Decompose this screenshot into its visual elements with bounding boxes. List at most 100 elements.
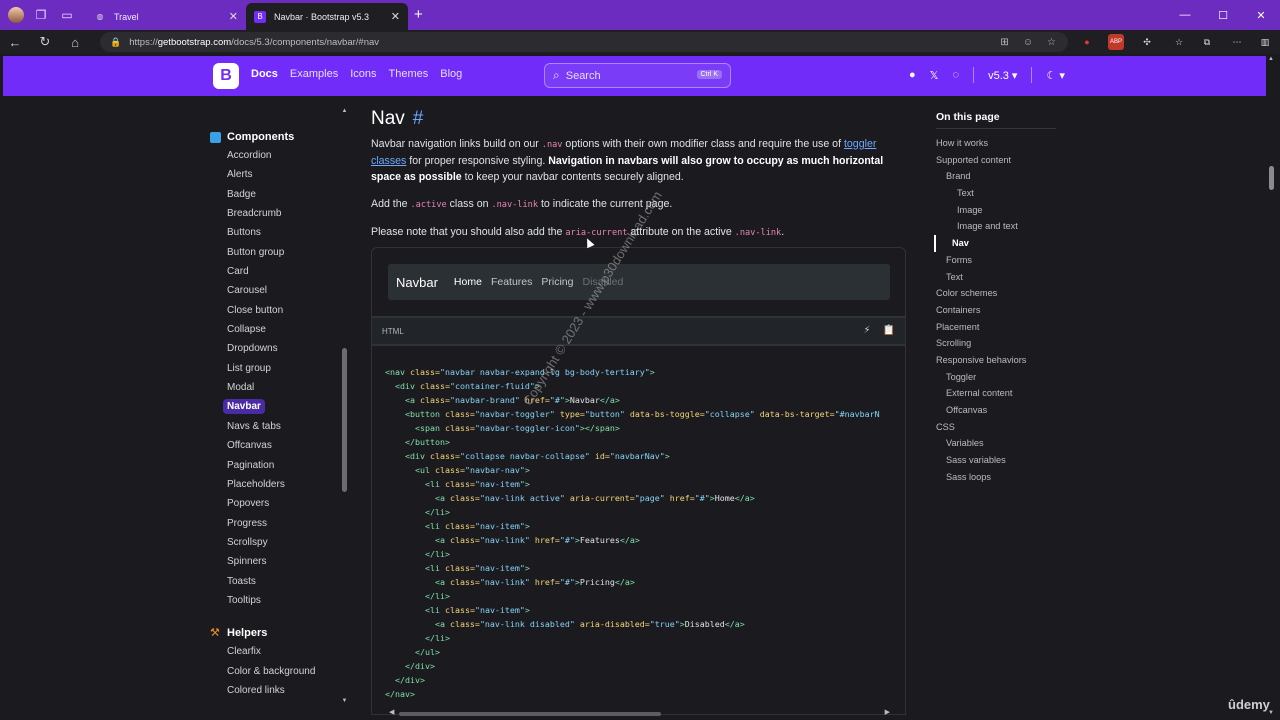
sidebar-item-list-group[interactable]: List group — [205, 359, 345, 378]
sidebar-item-buttons[interactable]: Buttons — [205, 223, 345, 242]
sidebar-item-colored-links[interactable]: Colored links — [205, 681, 345, 700]
page-scrollbar[interactable]: ▲ ▼ — [1267, 56, 1275, 716]
toc-item-sass-variables[interactable]: Sass variables — [936, 452, 1066, 469]
code-horizontal-scrollbar[interactable]: ◀ ▶ — [385, 708, 890, 717]
toc-item-css[interactable]: CSS — [936, 419, 1066, 436]
new-tab-button[interactable]: + — [414, 6, 423, 23]
toc-item-toggler[interactable]: Toggler — [936, 369, 1066, 386]
x-twitter-icon[interactable]: 𝕏 — [930, 69, 939, 82]
sidebar-item-modal[interactable]: Modal — [205, 378, 345, 397]
tab-actions-icon[interactable]: ▭ — [54, 0, 80, 30]
sidebar-item-placeholders[interactable]: Placeholders — [205, 475, 345, 494]
sidebar-item-scrollspy[interactable]: Scrollspy — [205, 533, 345, 552]
sidebar-item-pagination[interactable]: Pagination — [205, 456, 345, 475]
demo-link-home[interactable]: Home — [454, 276, 482, 288]
favorite-star-icon[interactable]: ☆ — [1047, 37, 1056, 48]
profile-avatar[interactable] — [8, 7, 24, 23]
scrollbar-thumb[interactable] — [342, 348, 347, 492]
favorites-icon[interactable]: ☆ — [1172, 34, 1186, 50]
nav-link-themes[interactable]: Themes — [389, 68, 429, 80]
toc-item-image-and-text[interactable]: Image and text — [936, 218, 1066, 235]
toc-item-containers[interactable]: Containers — [936, 302, 1066, 319]
sidebar-item-carousel[interactable]: Carousel — [205, 281, 345, 300]
opencollective-icon[interactable]: ◌ — [953, 69, 960, 81]
scroll-right-icon[interactable]: ▶ — [885, 708, 890, 716]
sidebar-scrollbar[interactable]: ▲ ▼ — [341, 108, 348, 704]
toc-item-nav[interactable]: Nav — [934, 235, 1066, 252]
sidebar-item-badge[interactable]: Badge — [205, 185, 345, 204]
reader-icon[interactable]: ☺ — [1023, 37, 1033, 48]
sidebar-item-close-button[interactable]: Close button — [205, 301, 345, 320]
scroll-down-icon[interactable]: ▼ — [341, 698, 348, 704]
scrollbar-thumb[interactable] — [1269, 166, 1274, 190]
toc-item-forms[interactable]: Forms — [936, 252, 1066, 269]
sidebar-item-color-background[interactable]: Color & background — [205, 662, 345, 681]
sidebar-item-accordion[interactable]: Accordion — [205, 146, 345, 165]
tab-navbar[interactable]: B Navbar · Bootstrap v5.3 ✕ — [246, 3, 408, 30]
nav-link-blog[interactable]: Blog — [440, 68, 462, 80]
workspaces-icon[interactable]: ❐ — [28, 0, 54, 30]
toc-item-placement[interactable]: Placement — [936, 319, 1066, 336]
close-icon[interactable]: ✕ — [229, 10, 238, 23]
toc-item-offcanvas[interactable]: Offcanvas — [936, 402, 1066, 419]
search-button[interactable]: ⌕ Search Ctrl K — [544, 63, 731, 88]
toc-item-external-content[interactable]: External content — [936, 385, 1066, 402]
toc-item-image[interactable]: Image — [936, 202, 1066, 219]
back-icon[interactable]: ← — [0, 30, 30, 54]
sidebar-heading-helpers[interactable]: ⚒ Helpers — [205, 624, 345, 642]
sidebar-item-offcanvas[interactable]: Offcanvas — [205, 436, 345, 455]
theme-toggle-icon[interactable]: ☾ ▾ — [1046, 69, 1064, 82]
sidebar-heading-components[interactable]: Components — [205, 128, 345, 146]
sidebar-item-navs-tabs[interactable]: Navs & tabs — [205, 417, 345, 436]
tab-travel[interactable]: ◍ Travel ✕ — [86, 3, 246, 30]
sidebar-item-dropdowns[interactable]: Dropdowns — [205, 339, 345, 358]
clipboard-icon[interactable]: 📋 — [883, 325, 895, 336]
app-install-icon[interactable]: ⊞ — [1000, 37, 1008, 48]
sidebar-item-collapse[interactable]: Collapse — [205, 320, 345, 339]
lightning-icon[interactable]: ⚡ — [864, 325, 871, 336]
collections-icon[interactable]: ⧉ — [1200, 34, 1214, 50]
sidebar-item-alerts[interactable]: Alerts — [205, 165, 345, 184]
toc-item-sass-loops[interactable]: Sass loops — [936, 469, 1066, 486]
toc-item-text[interactable]: Text — [936, 269, 1066, 286]
sidebar-item-spinners[interactable]: Spinners — [205, 552, 345, 571]
sidebar-item-tooltips[interactable]: Tooltips — [205, 591, 345, 610]
sidebar-item-card[interactable]: Card — [205, 262, 345, 281]
toc-item-text[interactable]: Text — [936, 185, 1066, 202]
address-bar[interactable]: 🔒 https://getbootstrap.com/docs/5.3/comp… — [100, 32, 1068, 52]
maximize-icon[interactable]: ☐ — [1204, 0, 1242, 30]
sidebar-item-clearfix[interactable]: Clearfix — [205, 642, 345, 661]
sidebar-item-toasts[interactable]: Toasts — [205, 572, 345, 591]
sidebar-toggle-icon[interactable]: ▥ — [1258, 34, 1272, 50]
scroll-left-icon[interactable]: ◀ — [389, 708, 394, 716]
scroll-up-icon[interactable]: ▲ — [1267, 56, 1275, 62]
adblock-icon[interactable]: ABP — [1108, 34, 1124, 50]
sidebar-item-breadcrumb[interactable]: Breadcrumb — [205, 204, 345, 223]
toc-item-brand[interactable]: Brand — [936, 168, 1066, 185]
sidebar-item-progress[interactable]: Progress — [205, 514, 345, 533]
bootstrap-logo[interactable]: B — [213, 63, 239, 89]
extensions-puzzle-icon[interactable]: ✣ — [1140, 34, 1154, 50]
toc-item-supported-content[interactable]: Supported content — [936, 152, 1066, 169]
toc-item-how-it-works[interactable]: How it works — [936, 135, 1066, 152]
more-menu-icon[interactable]: ⋯ — [1230, 34, 1244, 50]
home-icon[interactable]: ⌂ — [60, 30, 90, 54]
sidebar-item-popovers[interactable]: Popovers — [205, 494, 345, 513]
extension-red-icon[interactable]: ● — [1080, 34, 1094, 50]
github-icon[interactable]: ● — [909, 69, 916, 81]
toc-item-scrolling[interactable]: Scrolling — [936, 335, 1066, 352]
nav-link-icons[interactable]: Icons — [350, 68, 376, 80]
version-dropdown[interactable]: v5.3 ▾ — [988, 69, 1017, 82]
anchor-link[interactable]: # — [413, 108, 424, 130]
nav-link-examples[interactable]: Examples — [290, 68, 338, 80]
sidebar-item-navbar[interactable]: Navbar — [205, 397, 345, 416]
minimize-icon[interactable]: — — [1166, 0, 1204, 30]
toc-item-responsive-behaviors[interactable]: Responsive behaviors — [936, 352, 1066, 369]
scrollbar-thumb[interactable] — [399, 712, 661, 716]
demo-link-pricing[interactable]: Pricing — [541, 276, 573, 288]
demo-link-features[interactable]: Features — [491, 276, 532, 288]
toc-item-variables[interactable]: Variables — [936, 435, 1066, 452]
refresh-icon[interactable]: ↻ — [30, 30, 60, 54]
toc-item-color-schemes[interactable]: Color schemes — [936, 285, 1066, 302]
nav-link-docs[interactable]: Docs — [251, 68, 278, 80]
